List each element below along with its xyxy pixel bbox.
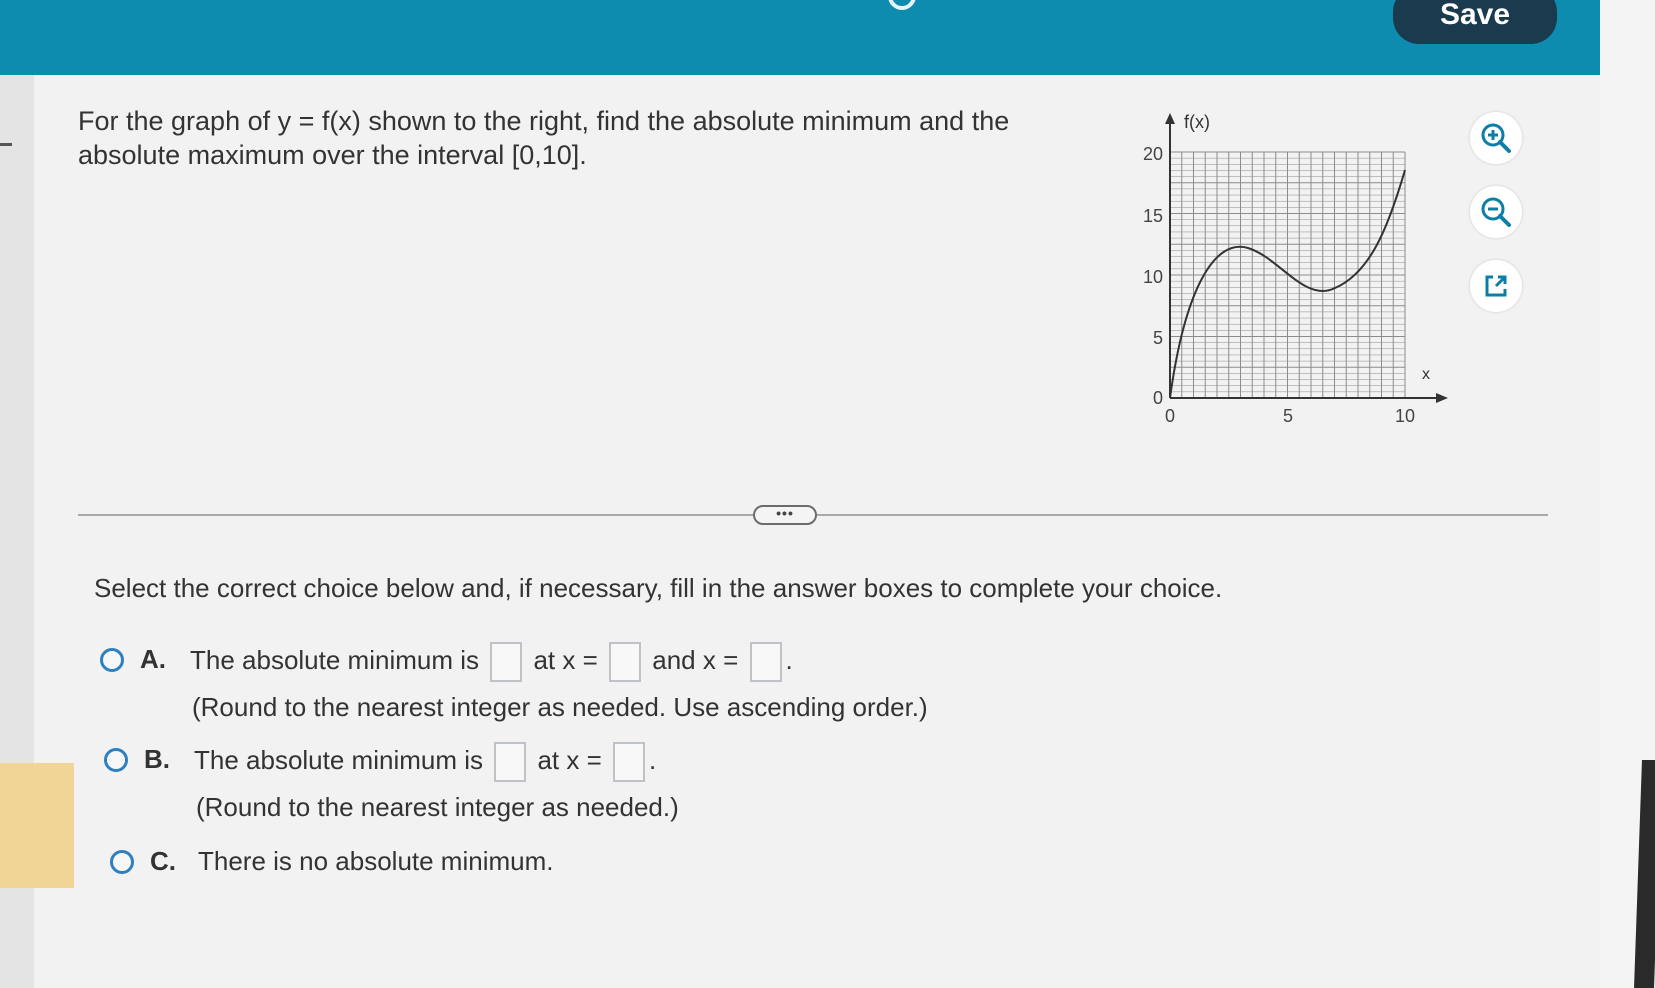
answer-box-x1[interactable] [609, 642, 642, 682]
y-axis-label: f(x) [1184, 112, 1210, 132]
choice-b-atx: at x = [537, 744, 602, 775]
answer-box-x2[interactable] [749, 642, 782, 682]
instructions-text: Select the correct choice below and, if … [94, 573, 1223, 603]
answer-box-min[interactable] [494, 742, 527, 782]
choice-a-letter: A. [140, 644, 166, 674]
choice-a-text: The absolute minimum is [190, 644, 479, 675]
y-tick-label: 10 [1143, 267, 1163, 287]
top-bar: Save [0, 0, 1600, 75]
x-tick-label: 5 [1283, 406, 1293, 426]
answer-box-x[interactable] [613, 742, 646, 782]
choice-a-period: . [785, 644, 793, 675]
choice-c-letter: C. [150, 846, 176, 876]
more-button[interactable]: ••• [753, 505, 817, 525]
x-axis-arrow [1436, 393, 1448, 403]
y-tick-label: 0 [1153, 388, 1163, 408]
function-graph: f(x) x 0 5 10 15 20 0 5 10 [1130, 108, 1460, 443]
y-tick-label: 20 [1143, 144, 1163, 164]
choice-b-letter: B. [144, 744, 170, 774]
choice-a-line: The absolute minimum is at x = and x = . [190, 642, 793, 682]
radio-c[interactable] [110, 850, 134, 874]
save-button[interactable]: Save [1393, 0, 1557, 44]
left-dash [0, 143, 12, 146]
choice-a-andx: and x = [652, 644, 739, 675]
clock-icon [888, 0, 916, 10]
zoom-in-button[interactable] [1470, 112, 1522, 164]
y-tick-label: 5 [1153, 328, 1163, 348]
choice-b-period: . [649, 744, 657, 775]
x-tick-label: 10 [1395, 406, 1415, 426]
left-highlight [0, 763, 74, 888]
question-text: For the graph of y = f(x) shown to the r… [78, 106, 1010, 170]
zoom-in-icon [1481, 123, 1511, 153]
zoom-out-icon [1481, 197, 1511, 227]
answer-box-min[interactable] [490, 642, 523, 682]
x-tick-label: 0 [1165, 406, 1175, 426]
radio-b[interactable] [104, 748, 128, 772]
choice-a-atx: at x = [533, 644, 598, 675]
graph-grid [1169, 151, 1406, 399]
graph-svg: f(x) x 0 5 10 15 20 0 5 10 [1143, 112, 1448, 426]
choice-b-text: The absolute minimum is [194, 744, 483, 775]
choice-a-note: (Round to the nearest integer as needed.… [192, 692, 928, 722]
popout-icon [1485, 275, 1507, 297]
choice-b-note: (Round to the nearest integer as needed.… [196, 792, 679, 822]
choice-b-line: The absolute minimum is at x = . [194, 742, 656, 782]
y-tick-label: 15 [1143, 206, 1163, 226]
choice-c-text: There is no absolute minimum. [198, 846, 554, 876]
zoom-out-button[interactable] [1470, 186, 1522, 238]
radio-a[interactable] [100, 648, 124, 672]
y-axis-arrow [1165, 113, 1175, 124]
popout-button[interactable] [1470, 260, 1522, 312]
side-toolbar [1470, 112, 1522, 334]
x-axis-label: x [1422, 366, 1430, 383]
